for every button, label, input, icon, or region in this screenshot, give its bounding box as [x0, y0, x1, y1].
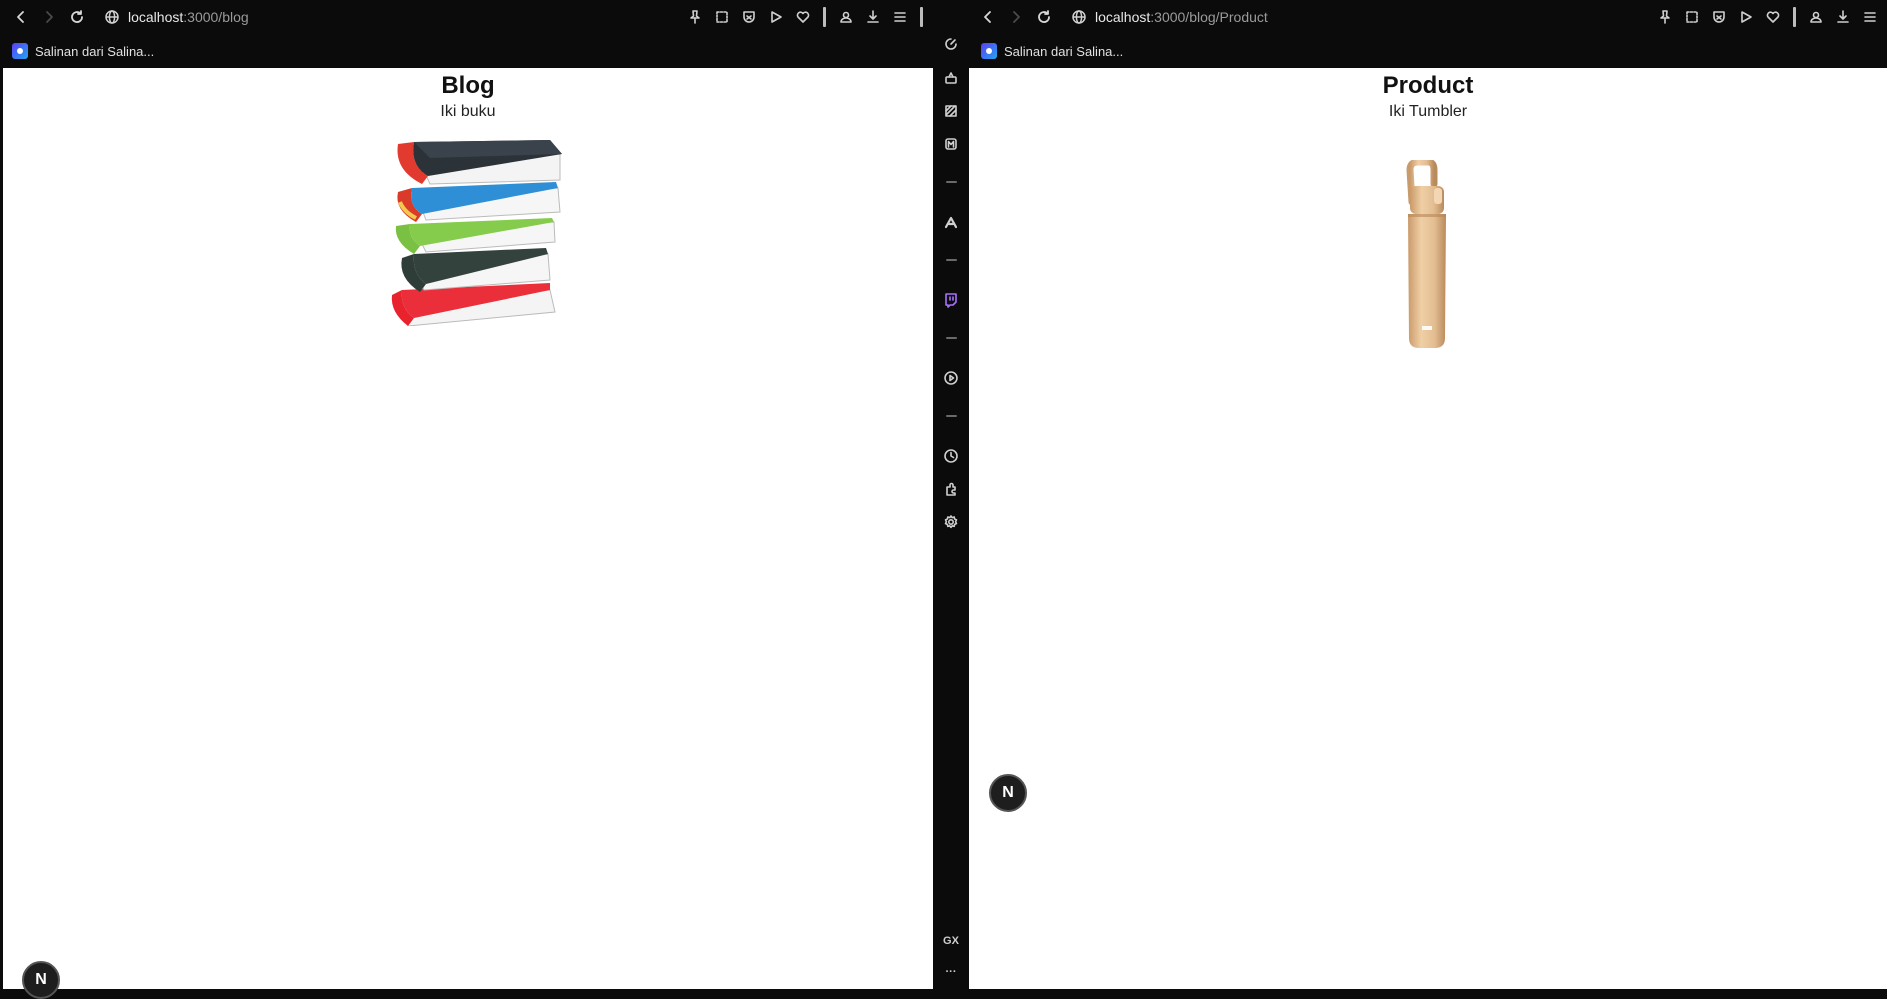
forward-icon[interactable] [38, 6, 60, 28]
history-icon[interactable] [941, 446, 961, 466]
page-viewport: Blog Iki buku N [3, 68, 933, 999]
sidebar-divider [946, 337, 957, 339]
page-subtitle: Iki Tumbler [1388, 103, 1468, 120]
address-bar: localhost:3000/blog/Product [969, 0, 1887, 34]
bookmark-label: Salinan dari Salina... [35, 43, 155, 59]
download-icon[interactable] [862, 6, 884, 28]
gx-cleaner-icon[interactable] [941, 101, 961, 121]
toolbar-actions [1654, 0, 1887, 34]
page-title: Blog [441, 72, 495, 99]
toolbar-actions [684, 0, 933, 34]
url-path: :3000/blog [183, 9, 249, 25]
books-image [391, 140, 562, 326]
toolbar-divider [920, 7, 923, 27]
heart-icon[interactable] [1762, 6, 1784, 28]
menu-icon[interactable] [1859, 6, 1881, 28]
page-title: Product [1382, 72, 1474, 99]
tumbler-image [1406, 160, 1446, 348]
profile-icon[interactable] [1805, 6, 1827, 28]
globe-icon [105, 10, 119, 24]
shield-icon[interactable] [1708, 6, 1730, 28]
twitch-icon[interactable] [941, 290, 961, 310]
more-options-icon[interactable]: ··· [941, 962, 961, 982]
settings-gear-icon[interactable] [941, 512, 961, 532]
sidebar-divider [946, 181, 957, 183]
toolbar-divider [1793, 7, 1796, 27]
menu-icon[interactable] [889, 6, 911, 28]
pin-icon[interactable] [1654, 6, 1676, 28]
page-viewport: Product Iki Tumbler N [969, 68, 1887, 989]
url-field[interactable]: localhost:3000/blog/Product [1071, 9, 1268, 25]
url-path: :3000/blog/Product [1150, 9, 1268, 25]
left-browser-pane: localhost:3000/blog Salinan dari Salina.… [0, 0, 933, 999]
sidebar-divider [946, 415, 957, 417]
send-icon[interactable] [1735, 6, 1757, 28]
right-browser-pane: localhost:3000/blog/Product Salinan dari… [969, 0, 1887, 989]
reload-icon[interactable] [66, 6, 88, 28]
page-subtitle: Iki buku [440, 103, 496, 120]
bookmarks-bar: Salinan dari Salina... [969, 34, 1887, 68]
bookmark-favicon-icon [12, 43, 28, 59]
bookmark-item[interactable]: Salinan dari Salina... [12, 43, 154, 59]
gx-control-icon[interactable]: GX [941, 931, 961, 951]
speed-dial-icon[interactable] [941, 34, 961, 54]
bookmark-item[interactable]: Salinan dari Salina... [981, 43, 1123, 59]
reload-icon[interactable] [1033, 6, 1055, 28]
pin-icon[interactable] [684, 6, 706, 28]
player-icon[interactable] [941, 368, 961, 388]
snapshot-icon[interactable] [711, 6, 733, 28]
snapshot-icon[interactable] [1681, 6, 1703, 28]
profile-icon[interactable] [835, 6, 857, 28]
browser-sidebar: GX ··· [933, 0, 969, 989]
heart-icon[interactable] [792, 6, 814, 28]
back-icon[interactable] [977, 6, 999, 28]
toolbar-divider [823, 7, 826, 27]
back-icon[interactable] [10, 6, 32, 28]
url-host: localhost [1095, 9, 1151, 25]
nextjs-dev-badge[interactable]: N [22, 961, 60, 999]
ai-assistant-icon[interactable] [941, 68, 961, 88]
sidebar-divider [946, 259, 957, 261]
download-icon[interactable] [1832, 6, 1854, 28]
bookmarks-bar: Salinan dari Salina... [0, 34, 933, 68]
url-field[interactable]: localhost:3000/blog [104, 9, 249, 25]
url-host: localhost [128, 9, 184, 25]
extensions-icon[interactable] [941, 479, 961, 499]
nextjs-dev-badge[interactable]: N [989, 774, 1027, 812]
aria-icon[interactable] [941, 212, 961, 232]
bookmark-label: Salinan dari Salina... [1004, 43, 1124, 59]
shield-icon[interactable] [738, 6, 760, 28]
send-icon[interactable] [765, 6, 787, 28]
globe-icon [1072, 10, 1086, 24]
address-bar: localhost:3000/blog [0, 0, 933, 34]
bookmark-favicon-icon [981, 43, 997, 59]
messenger-m-icon[interactable] [941, 134, 961, 154]
forward-icon[interactable] [1005, 6, 1027, 28]
